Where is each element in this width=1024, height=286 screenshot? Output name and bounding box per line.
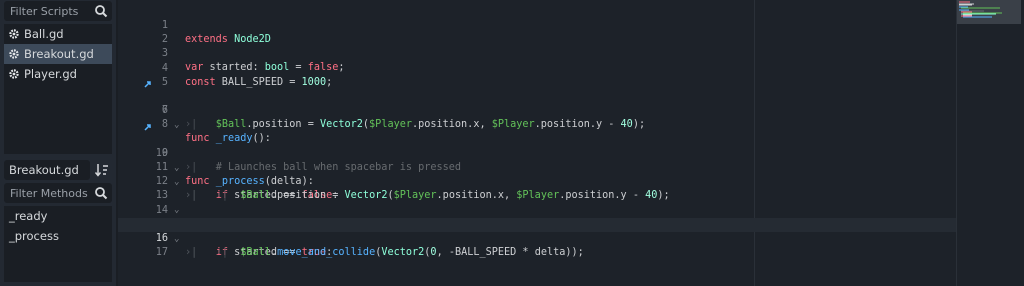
code-line-7: 7 ›| $Ball.position = Vector2($Player.po… [118,90,956,130]
filter-scripts-field[interactable]: Filter Scripts [4,1,112,21]
code-line-15: 15 ⌄ ›| if started == true: [118,204,956,258]
code-line-17: 17 [118,232,956,258]
override-icon[interactable] [144,122,153,131]
filter-methods-placeholder: Filter Methods [10,186,88,200]
line-code: ›| ›| $Ball.move_and_collide(Vector2(0, … [185,247,584,258]
code-line-6: 6 ⌄ func _ready(): [118,76,956,144]
script-item-breakout[interactable]: Breakout.gd [4,44,112,64]
method-item-ready[interactable]: _ready [4,206,112,226]
gear-icon [9,29,19,39]
gear-icon [9,69,19,79]
code-line-8: 8 [118,104,956,130]
code-line-1: 1 extends Node2D [118,5,956,45]
override-icon[interactable] [144,79,153,88]
script-item-label: Player.gd [24,67,77,81]
script-item-ball[interactable]: Ball.gd [4,24,112,44]
code-line-5: 5 [118,62,956,88]
code-editor[interactable]: 1 extends Node2D 2 3 var started: bool =… [118,0,1024,286]
code-line-2: 2 [118,19,956,45]
code-line-9: 9 ⌄ func _process(delta): [118,119,956,187]
search-icon [95,5,108,18]
code-line-3: 3 var started: bool = false; [118,33,956,73]
method-list: _ready _process [4,206,112,282]
script-item-label: Breakout.gd [24,47,94,61]
code-line-11: 11 ⌄ ›| if started == false: [118,147,956,201]
code-line-16: 16 ›| ›| $Ball.move_and_collide(Vector2(… [118,218,956,258]
method-item-process[interactable]: _process [4,226,112,246]
search-icon [95,187,108,200]
filter-methods-field[interactable]: Filter Methods [4,183,112,203]
code-line-10: 10 ›| # Launches ball when spacebar is p… [118,133,956,173]
script-item-label: Ball.gd [24,27,64,41]
code-line-12: 12 ›| ›| $Ball.position = Vector2($Playe… [118,161,956,201]
script-list: Ball.gd Breakout.gd Player.gd [4,24,112,154]
code-minimap[interactable] [956,0,1024,286]
line-number: 17 [155,247,168,259]
current-script-name: Breakout.gd [4,160,90,180]
script-item-player[interactable]: Player.gd [4,64,112,84]
code-line-13: 13 ⌄ ›| if Input.is_action_just_pressed(… [118,175,956,229]
gear-icon [9,49,19,59]
code-line-14: 14 ›| ›| started = true; [118,190,956,230]
scripts-sidebar: Filter Scripts Ball.gd Breakout.gd Playe… [0,0,118,286]
sort-icon[interactable] [94,162,110,178]
code-line-4: 4 const BALL_SPEED = 1000; [118,48,956,88]
filter-scripts-placeholder: Filter Scripts [10,4,79,18]
